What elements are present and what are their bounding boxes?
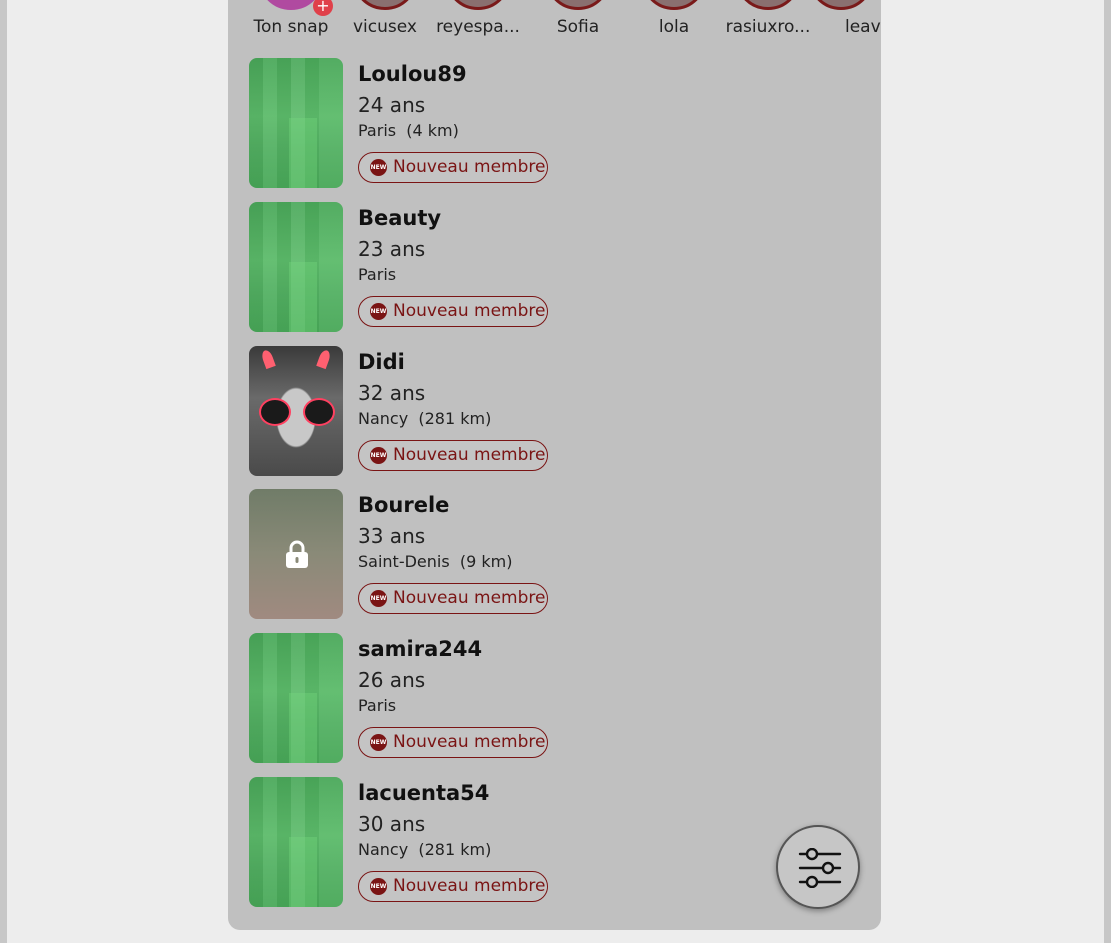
profile-distance: (281 km) bbox=[418, 840, 492, 859]
profile-photo[interactable] bbox=[249, 489, 343, 619]
badge-label: Nouveau membre bbox=[393, 301, 546, 321]
story-item[interactable]: Sofia bbox=[523, 0, 633, 40]
profile-location: Saint-Denis (9 km) bbox=[358, 552, 512, 571]
profile-location: Paris (4 km) bbox=[358, 121, 459, 140]
profile-city: Saint-Denis bbox=[358, 552, 450, 571]
profile-row[interactable]: Loulou89 24 ans Paris (4 km) NEW Nouveau… bbox=[249, 58, 869, 188]
filter-horn-right bbox=[316, 348, 332, 370]
new-icon: NEW bbox=[370, 590, 387, 607]
story-avatar[interactable] bbox=[816, 0, 874, 10]
profile-location: Nancy (281 km) bbox=[358, 409, 491, 428]
profile-username: Didi bbox=[358, 350, 405, 374]
new-member-badge: NEW Nouveau membre bbox=[358, 296, 548, 327]
sliders-icon bbox=[798, 848, 842, 888]
story-item[interactable]: reyespa... bbox=[423, 0, 533, 40]
profile-city: Paris bbox=[358, 121, 397, 140]
story-name: rasiuxro... bbox=[725, 17, 811, 37]
profile-photo[interactable] bbox=[249, 58, 343, 188]
profile-username: Bourele bbox=[358, 493, 450, 517]
story-name: reyespa... bbox=[436, 17, 520, 37]
filter-glasses-right bbox=[303, 398, 335, 426]
badge-label: Nouveau membre bbox=[393, 157, 546, 177]
profile-row[interactable]: Didi 32 ans Nancy (281 km) NEW Nouveau m… bbox=[249, 346, 869, 476]
profile-location: Paris bbox=[358, 265, 396, 284]
profile-city: Nancy bbox=[358, 409, 409, 428]
filter-button[interactable] bbox=[776, 825, 860, 909]
story-avatar[interactable] bbox=[545, 0, 611, 10]
profile-city: Nancy bbox=[358, 840, 409, 859]
story-avatar[interactable] bbox=[352, 0, 418, 10]
new-member-badge: NEW Nouveau membre bbox=[358, 152, 548, 183]
new-icon: NEW bbox=[370, 159, 387, 176]
profile-location: Paris bbox=[358, 696, 396, 715]
story-name: Sofia bbox=[556, 17, 600, 37]
story-avatar[interactable] bbox=[641, 0, 707, 10]
badge-label: Nouveau membre bbox=[393, 445, 546, 465]
story-avatar[interactable] bbox=[735, 0, 801, 10]
profile-age: 26 ans bbox=[358, 668, 426, 692]
badge-label: Nouveau membre bbox=[393, 588, 546, 608]
profile-row[interactable]: Bourele 33 ans Saint-Denis (9 km) NEW No… bbox=[249, 489, 869, 619]
profile-location: Nancy (281 km) bbox=[358, 840, 491, 859]
profile-photo[interactable] bbox=[249, 202, 343, 332]
new-member-badge: NEW Nouveau membre bbox=[358, 440, 548, 471]
profile-row[interactable]: samira244 26 ans Paris NEW Nouveau membr… bbox=[249, 633, 869, 763]
badge-label: Nouveau membre bbox=[393, 732, 546, 752]
profile-username: lacuenta54 bbox=[358, 781, 490, 805]
profile-distance: (4 km) bbox=[406, 121, 459, 140]
profile-username: Loulou89 bbox=[358, 62, 467, 86]
profile-list-panel[interactable]: + Ton snap vicusex reyespa... Sofia lola… bbox=[228, 0, 881, 930]
profile-photo[interactable] bbox=[249, 346, 343, 476]
story-name: leavi bbox=[845, 17, 881, 37]
filter-glasses-left bbox=[259, 398, 291, 426]
profile-age: 33 ans bbox=[358, 524, 426, 548]
new-member-badge: NEW Nouveau membre bbox=[358, 583, 548, 614]
profile-age: 32 ans bbox=[358, 381, 426, 405]
left-edge-bar bbox=[0, 0, 7, 943]
filter-horn-left bbox=[260, 348, 276, 370]
badge-label: Nouveau membre bbox=[393, 876, 546, 896]
stories-row[interactable]: + Ton snap vicusex reyespa... Sofia lola… bbox=[228, 0, 881, 40]
profile-row[interactable]: lacuenta54 30 ans Nancy (281 km) NEW Nou… bbox=[249, 777, 869, 907]
profile-row[interactable]: Beauty 23 ans Paris NEW Nouveau membre bbox=[249, 202, 869, 332]
profile-city: Paris bbox=[358, 696, 397, 715]
profile-city: Paris bbox=[358, 265, 397, 284]
profile-distance: (9 km) bbox=[459, 552, 513, 571]
new-icon: NEW bbox=[370, 447, 387, 464]
profile-age: 24 ans bbox=[358, 93, 426, 117]
profile-photo[interactable] bbox=[249, 777, 343, 907]
profile-age: 23 ans bbox=[358, 237, 426, 261]
story-item[interactable]: leavi bbox=[816, 0, 881, 40]
story-item[interactable]: rasiuxro... bbox=[713, 0, 823, 40]
profile-username: samira244 bbox=[358, 637, 483, 661]
profile-photo[interactable] bbox=[249, 633, 343, 763]
profile-username: Beauty bbox=[358, 206, 442, 230]
new-icon: NEW bbox=[370, 303, 387, 320]
profile-age: 30 ans bbox=[358, 812, 426, 836]
lock-icon bbox=[286, 540, 308, 568]
profile-distance: (281 km) bbox=[418, 409, 492, 428]
new-member-badge: NEW Nouveau membre bbox=[358, 871, 548, 902]
new-icon: NEW bbox=[370, 734, 387, 751]
right-edge-bar bbox=[1104, 0, 1111, 943]
story-avatar[interactable] bbox=[445, 0, 511, 10]
new-member-badge: NEW Nouveau membre bbox=[358, 727, 548, 758]
new-icon: NEW bbox=[370, 878, 387, 895]
